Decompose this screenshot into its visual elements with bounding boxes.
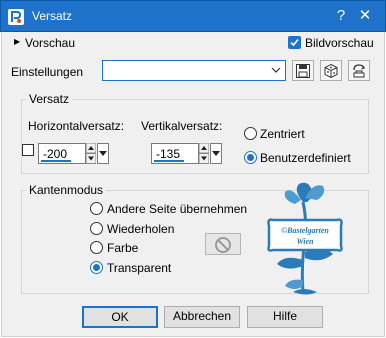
cancel-button[interactable]: Abbrechen bbox=[164, 306, 240, 328]
randomize-button[interactable] bbox=[320, 60, 342, 81]
color-label[interactable]: Farbe bbox=[107, 241, 138, 255]
watermark-text-line1: ©Bastelgarten bbox=[281, 226, 329, 235]
custom-label[interactable]: Benutzerdefiniert bbox=[260, 151, 351, 165]
horizontal-offset-dropdown[interactable] bbox=[97, 143, 109, 164]
watermark-logo: ©Bastelgarten Wien bbox=[267, 182, 343, 295]
chevron-down-icon bbox=[271, 67, 281, 73]
no-color-icon bbox=[215, 237, 231, 253]
repeat-radio[interactable] bbox=[90, 222, 103, 235]
custom-radio[interactable] bbox=[244, 151, 257, 164]
focus-underline bbox=[154, 160, 184, 162]
title-bar: Versatz ? ✕ bbox=[0, 0, 386, 32]
watermark-text-line2: Wien bbox=[296, 237, 314, 246]
cube-icon bbox=[324, 63, 338, 79]
image-preview-checkbox[interactable] bbox=[288, 36, 301, 49]
dropdown-arrow-icon bbox=[212, 151, 220, 156]
horizontal-offset-label: Horizontalversatz: bbox=[28, 119, 125, 133]
close-button[interactable]: ✕ bbox=[355, 6, 375, 26]
vertical-offset-label: Vertikalversatz: bbox=[141, 119, 223, 133]
reset-eraser-icon bbox=[353, 64, 366, 78]
color-radio[interactable] bbox=[90, 241, 103, 254]
wrap-radio[interactable] bbox=[90, 202, 103, 215]
centered-label[interactable]: Zentriert bbox=[260, 127, 305, 141]
vertical-offset-spinner[interactable] bbox=[199, 143, 209, 164]
vertical-offset-input[interactable]: -135 bbox=[151, 143, 199, 164]
color-swatch[interactable] bbox=[205, 233, 241, 255]
vertical-offset-value: -135 bbox=[156, 147, 181, 161]
centered-radio[interactable] bbox=[244, 127, 257, 140]
horizontal-offset-input[interactable]: -200 bbox=[38, 143, 86, 164]
settings-combobox[interactable] bbox=[102, 60, 286, 81]
transparent-radio[interactable] bbox=[90, 261, 103, 274]
horizontal-offset-value: -200 bbox=[43, 147, 68, 161]
reset-button[interactable] bbox=[348, 60, 370, 81]
app-icon bbox=[8, 9, 24, 25]
wrap-label[interactable]: Andere Seite übernehmen bbox=[107, 202, 247, 216]
help-button[interactable]: Hilfe bbox=[247, 306, 323, 328]
edge-mode-group-title: Kantenmodus bbox=[26, 183, 107, 197]
checkmark-icon bbox=[290, 38, 299, 47]
settings-label: Einstellungen bbox=[11, 65, 84, 79]
help-title-button[interactable]: ? bbox=[331, 6, 351, 26]
dropdown-arrow-icon bbox=[99, 151, 107, 156]
vertical-offset-dropdown[interactable] bbox=[210, 143, 222, 164]
offset-group-title: Versatz bbox=[26, 92, 73, 106]
ok-button[interactable]: OK bbox=[82, 306, 158, 328]
expand-arrow-icon[interactable]: ▶ bbox=[14, 37, 20, 46]
floppy-disk-icon bbox=[296, 64, 310, 78]
focus-underline bbox=[41, 160, 71, 162]
repeat-label[interactable]: Wiederholen bbox=[107, 222, 174, 236]
horizontal-offset-spinner[interactable] bbox=[86, 143, 96, 164]
save-preset-button[interactable] bbox=[292, 60, 314, 81]
window-title: Versatz bbox=[32, 9, 73, 23]
transparent-label[interactable]: Transparent bbox=[107, 261, 171, 275]
link-checkbox[interactable] bbox=[22, 144, 34, 156]
image-preview-label[interactable]: Bildvorschau bbox=[305, 36, 374, 50]
preview-label[interactable]: Vorschau bbox=[25, 36, 75, 50]
